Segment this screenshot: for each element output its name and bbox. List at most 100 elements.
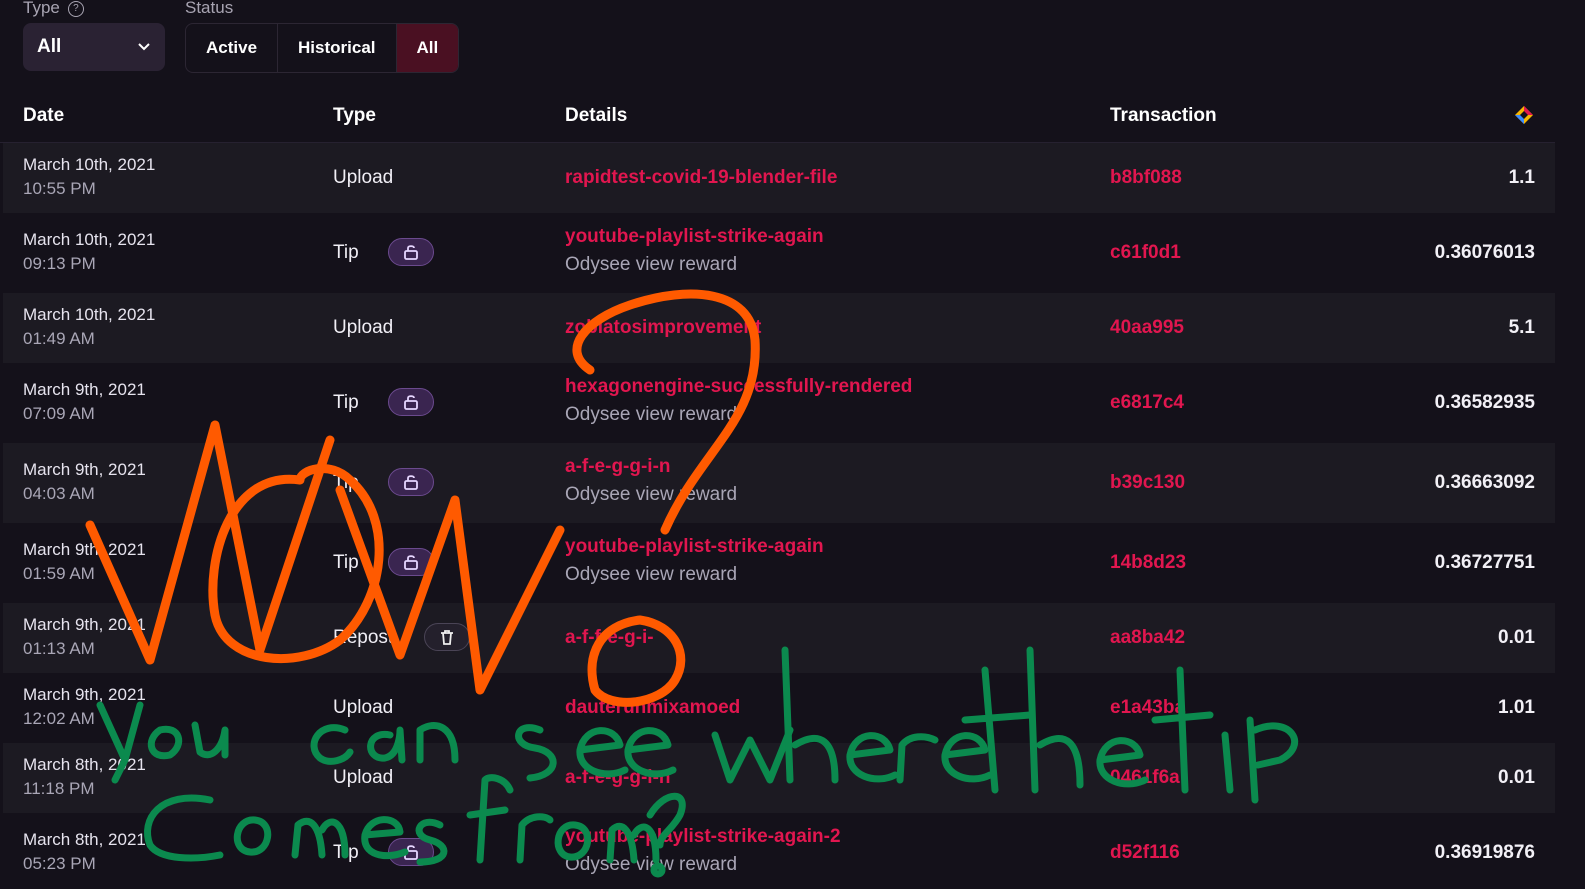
details-cell: a-f-e-g-g-i-n Odysee view reward (565, 456, 737, 506)
table-header: Date Type Details Transaction (0, 92, 1555, 143)
details-cell: dauterunmixamoed (565, 697, 740, 719)
claim-link[interactable]: dauterunmixamoed (565, 697, 740, 719)
status-active-button[interactable]: Active (186, 24, 279, 72)
time-text: 01:59 AM (23, 564, 95, 583)
reward-source-text: Odysee view reward (565, 484, 738, 505)
date-text: March 9th, 2021 (23, 460, 146, 479)
date-cell: March 10th, 2021 01:49 AM (23, 305, 155, 349)
column-details[interactable]: Details (565, 105, 627, 127)
time-text: 12:02 AM (23, 709, 95, 728)
details-cell: youtube-playlist-strike-again-2 Odysee v… (565, 826, 841, 876)
date-cell: March 8th, 2021 11:18 PM (23, 755, 146, 799)
date-text: March 10th, 2021 (23, 155, 156, 174)
type-select[interactable]: All (23, 23, 165, 71)
time-text: 09:13 PM (23, 254, 96, 273)
date-cell: March 9th, 2021 12:02 AM (23, 685, 146, 729)
claim-link[interactable]: a-f-e-g-g-i-n (565, 456, 737, 478)
status-filter-label: Status (185, 0, 234, 17)
chevron-down-icon (138, 43, 150, 51)
amount-text: 0.01 (1498, 767, 1535, 788)
amount-text: 5.1 (1508, 317, 1535, 338)
date-text: March 9th, 2021 (23, 380, 146, 399)
reward-source-text: Odysee view reward (565, 564, 738, 585)
details-cell: youtube-playlist-strike-again Odysee vie… (565, 536, 824, 586)
transaction-link[interactable]: b39c130 (1110, 472, 1185, 494)
table-row: March 10th, 2021 10:55 PM Upload rapidte… (3, 143, 1555, 213)
claim-link[interactable]: youtube-playlist-strike-again (565, 536, 824, 558)
column-date[interactable]: Date (23, 105, 64, 127)
details-cell: a-f-e-g-g-i-n (565, 767, 671, 789)
unlock-button[interactable] (388, 838, 434, 866)
date-cell: March 9th, 2021 01:13 AM (23, 615, 146, 659)
date-text: March 10th, 2021 (23, 230, 156, 249)
claim-link[interactable]: a-f-e-g-g-i-n (565, 767, 671, 789)
date-text: March 8th, 2021 (23, 830, 146, 849)
transaction-link[interactable]: c61f0d1 (1110, 242, 1181, 264)
date-cell: March 10th, 2021 10:55 PM (23, 155, 155, 199)
type-text: Tip (333, 242, 359, 263)
unlock-icon (404, 245, 418, 260)
date-text: March 9th, 2021 (23, 685, 146, 704)
table-row: March 9th, 2021 01:13 AM Repost a-f-f-e-… (3, 603, 1555, 673)
unlock-icon (404, 395, 418, 410)
amount-text: 0.36919876 (1434, 842, 1535, 863)
claim-link[interactable]: rapidtest-covid-19-blender-file (565, 167, 837, 189)
claim-link[interactable]: hexagonengine-successfully-rendered (565, 376, 912, 398)
date-text: March 8th, 2021 (23, 755, 146, 774)
claim-link[interactable]: youtube-playlist-strike-again (565, 226, 824, 248)
reward-source-text: Odysee view reward (565, 404, 738, 425)
type-select-value: All (37, 36, 62, 57)
claim-link[interactable]: a-f-f-e-g-i- (565, 627, 654, 649)
amount-text: 0.36582935 (1434, 392, 1535, 413)
unlock-icon (404, 475, 418, 490)
column-transaction[interactable]: Transaction (1110, 105, 1217, 127)
time-text: 04:03 AM (23, 484, 95, 503)
transaction-link[interactable]: 40aa995 (1110, 317, 1184, 339)
type-text: Tip (333, 842, 359, 863)
date-cell: March 10th, 2021 09:13 PM (23, 230, 155, 274)
type-text: Tip (333, 552, 359, 573)
reward-source-text: Odysee view reward (565, 854, 738, 875)
unlock-button[interactable] (388, 388, 434, 416)
table-row: March 9th, 2021 04:03 AM Tip a-f-e-g-g-i… (3, 443, 1555, 523)
date-text: March 9th, 2021 (23, 540, 146, 559)
amount-text: 0.36727751 (1434, 552, 1535, 573)
details-cell: rapidtest-covid-19-blender-file (565, 167, 837, 189)
help-icon[interactable]: ? (67, 1, 84, 17)
amount-text: 0.36076013 (1434, 242, 1535, 263)
column-type[interactable]: Type (333, 105, 376, 127)
type-text: Upload (333, 767, 394, 788)
details-cell: hexagonengine-successfully-rendered Odys… (565, 376, 912, 426)
unlock-icon (404, 845, 418, 860)
status-all-button[interactable]: All (396, 24, 459, 72)
claim-link[interactable]: zoblatosimprovement (565, 317, 761, 339)
unlock-button[interactable] (388, 468, 434, 496)
amount-text: 1.1 (1508, 167, 1535, 188)
status-segmented-control: Active Historical All (185, 23, 460, 73)
date-text: March 10th, 2021 (23, 305, 156, 324)
unlock-button[interactable] (388, 548, 434, 576)
transaction-link[interactable]: e1a43ba (1110, 697, 1185, 719)
transaction-link[interactable]: d52f116 (1110, 842, 1180, 864)
transaction-link[interactable]: b8bf088 (1110, 167, 1182, 189)
type-text: Upload (333, 317, 394, 338)
details-cell: youtube-playlist-strike-again Odysee vie… (565, 226, 824, 276)
type-filter-label: Type? (23, 0, 84, 18)
time-text: 07:09 AM (23, 404, 95, 423)
claim-link[interactable]: youtube-playlist-strike-again-2 (565, 826, 841, 848)
unlock-button[interactable] (388, 238, 434, 266)
details-cell: zoblatosimprovement (565, 317, 761, 339)
unlock-icon (404, 555, 418, 570)
delete-button[interactable] (424, 623, 470, 651)
transaction-link[interactable]: aa8ba42 (1110, 627, 1185, 649)
transaction-link[interactable]: 14b8d23 (1110, 552, 1186, 574)
type-text: Upload (333, 167, 394, 188)
type-text: Repost (333, 627, 394, 648)
type-text: Tip (333, 392, 359, 413)
status-historical-button[interactable]: Historical (278, 24, 397, 72)
table-row: March 9th, 2021 07:09 AM Tip hexagonengi… (3, 363, 1555, 443)
date-cell: March 8th, 2021 05:23 PM (23, 830, 146, 874)
table-row: March 8th, 2021 11:18 PM Upload a-f-e-g-… (3, 743, 1555, 813)
transaction-link[interactable]: e6817c4 (1110, 392, 1184, 414)
transaction-link[interactable]: 0461f6a (1110, 767, 1180, 789)
